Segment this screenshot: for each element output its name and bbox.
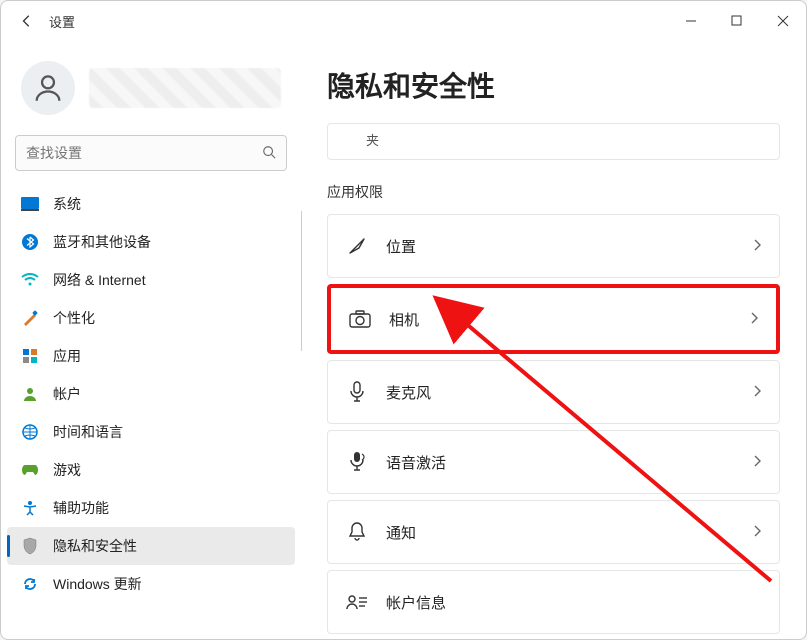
- system-icon: [21, 195, 39, 213]
- search-icon: [262, 145, 276, 162]
- titlebar-title: 设置: [49, 12, 75, 31]
- chevron-right-icon: [753, 384, 761, 400]
- sidebar-item-label: 系统: [53, 194, 81, 214]
- chevron-right-icon: [753, 524, 761, 540]
- sidebar-item-apps[interactable]: 应用: [7, 337, 295, 375]
- sidebar-item-bluetooth[interactable]: 蓝牙和其他设备: [7, 223, 295, 261]
- permission-item-microphone[interactable]: 麦克风: [327, 360, 780, 424]
- apps-icon: [21, 347, 39, 365]
- chevron-right-icon: [750, 311, 758, 327]
- back-button[interactable]: [9, 3, 45, 39]
- chevron-right-icon: [753, 238, 761, 254]
- microphone-icon: [346, 381, 368, 403]
- sidebar-item-label: 游戏: [53, 460, 81, 480]
- permission-label: 通知: [386, 522, 735, 543]
- sidebar-item-privacy[interactable]: 隐私和安全性: [7, 527, 295, 565]
- main-panel: 隐私和安全性 夹 应用权限 位置: [301, 41, 806, 639]
- sidebar-item-label: 时间和语言: [53, 422, 123, 442]
- sidebar-item-label: Windows 更新: [53, 574, 142, 594]
- permission-label: 语音激活: [386, 452, 735, 473]
- sidebar-item-accessibility[interactable]: 辅助功能: [7, 489, 295, 527]
- permission-item-account-info[interactable]: 帐户信息: [327, 570, 780, 634]
- profile-info-redacted: [89, 68, 281, 108]
- nav-list: 系统 蓝牙和其他设备 网络 & Internet: [1, 181, 301, 631]
- partial-card-text: 夹: [366, 133, 379, 148]
- permission-item-voice-activation[interactable]: 语音激活: [327, 430, 780, 494]
- permission-label: 相机: [389, 309, 732, 330]
- sidebar-item-label: 网络 & Internet: [53, 270, 146, 290]
- permission-item-location[interactable]: 位置: [327, 214, 780, 278]
- profile-section[interactable]: [1, 49, 301, 135]
- maximize-button[interactable]: [714, 1, 760, 41]
- sidebar-item-label: 应用: [53, 346, 81, 366]
- location-icon: [346, 235, 368, 257]
- account-icon: [21, 385, 39, 403]
- camera-icon: [349, 308, 371, 330]
- chevron-right-icon: [753, 454, 761, 470]
- sidebar-item-label: 隐私和安全性: [53, 536, 137, 556]
- permission-list: 位置 相机: [327, 214, 780, 634]
- scroll-indicator: [301, 211, 302, 351]
- avatar: [21, 61, 75, 115]
- personalize-icon: [21, 309, 39, 327]
- sidebar-item-label: 帐户: [53, 384, 81, 404]
- sidebar-item-personalization[interactable]: 个性化: [7, 299, 295, 337]
- permission-item-notifications[interactable]: 通知: [327, 500, 780, 564]
- partial-card[interactable]: 夹: [327, 123, 780, 160]
- permission-label: 位置: [386, 236, 735, 257]
- window-controls: [668, 1, 806, 41]
- update-icon: [21, 575, 39, 593]
- section-label: 应用权限: [327, 182, 780, 202]
- close-button[interactable]: [760, 1, 806, 41]
- page-title: 隐私和安全性: [327, 65, 780, 105]
- sidebar: 系统 蓝牙和其他设备 网络 & Internet: [1, 41, 301, 639]
- wifi-icon: [21, 271, 39, 289]
- minimize-button[interactable]: [668, 1, 714, 41]
- bell-icon: [346, 521, 368, 543]
- privacy-icon: [21, 537, 39, 555]
- search-input[interactable]: [26, 145, 262, 161]
- titlebar: 设置: [1, 1, 806, 41]
- sidebar-item-label: 蓝牙和其他设备: [53, 232, 151, 252]
- permission-item-camera[interactable]: 相机: [327, 284, 780, 354]
- permission-label: 麦克风: [386, 382, 735, 403]
- voice-activation-icon: [346, 451, 368, 473]
- accessibility-icon: [21, 499, 39, 517]
- sidebar-item-label: 个性化: [53, 308, 95, 328]
- sidebar-item-accounts[interactable]: 帐户: [7, 375, 295, 413]
- content-area: 系统 蓝牙和其他设备 网络 & Internet: [1, 41, 806, 639]
- sidebar-item-time-language[interactable]: 时间和语言: [7, 413, 295, 451]
- bluetooth-icon: [21, 233, 39, 251]
- sidebar-item-system[interactable]: 系统: [7, 185, 295, 223]
- sidebar-item-network[interactable]: 网络 & Internet: [7, 261, 295, 299]
- sidebar-item-label: 辅助功能: [53, 498, 109, 518]
- account-info-icon: [346, 591, 368, 613]
- settings-window: 设置: [0, 0, 807, 640]
- search-box[interactable]: [15, 135, 287, 171]
- time-language-icon: [21, 423, 39, 441]
- sidebar-item-windows-update[interactable]: Windows 更新: [7, 565, 295, 603]
- gaming-icon: [21, 461, 39, 479]
- sidebar-item-gaming[interactable]: 游戏: [7, 451, 295, 489]
- permission-label: 帐户信息: [386, 592, 761, 613]
